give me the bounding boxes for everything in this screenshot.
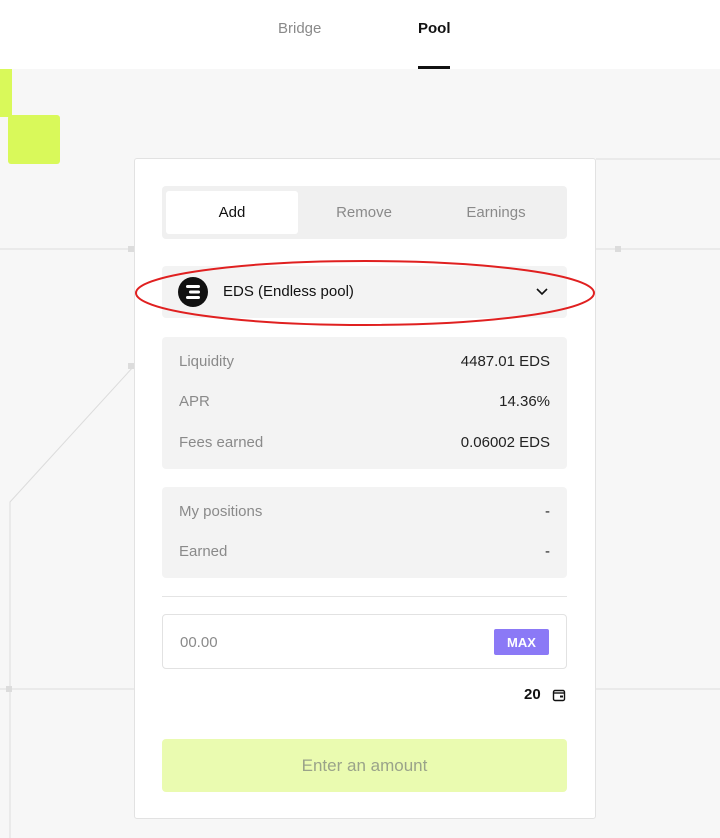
position-label: My positions [179, 503, 263, 520]
pool-panel: Add Remove Earnings EDS (Endless pool) L… [134, 158, 596, 819]
top-navigation: Bridge Pool [0, 0, 720, 69]
stat-row: Liquidity 4487.01 EDS [179, 353, 550, 373]
pool-selector[interactable]: EDS (Endless pool) [162, 266, 567, 318]
submit-button[interactable]: Enter an amount [162, 739, 567, 792]
stat-row: APR 14.36% [179, 393, 550, 413]
tab-add[interactable]: Add [166, 191, 298, 234]
amount-field: MAX [162, 614, 567, 669]
stat-label: Fees earned [179, 434, 264, 451]
position-label: Earned [179, 543, 228, 560]
my-positions-card: My positions - Earned - [162, 487, 567, 578]
stat-value: 0.06002 EDS [460, 434, 550, 451]
divider [162, 596, 567, 597]
tab-remove[interactable]: Remove [298, 191, 430, 234]
pool-stats: Liquidity 4487.01 EDS APR 14.36% Fees ea… [162, 337, 567, 469]
stat-row: Fees earned 0.06002 EDS [179, 434, 550, 454]
stat-label: Liquidity [179, 353, 235, 370]
position-value: - [545, 503, 550, 520]
stat-value: 14.36% [499, 393, 550, 410]
action-tabs: Add Remove Earnings [162, 186, 567, 239]
tab-bridge[interactable]: Bridge [278, 20, 321, 37]
chevron-down-icon [536, 288, 548, 296]
wallet-balance: 20 [524, 686, 541, 703]
wallet-icon [552, 689, 566, 702]
tab-earnings[interactable]: Earnings [430, 191, 562, 234]
position-row: Earned - [179, 543, 550, 563]
endless-logo-icon [178, 277, 208, 307]
stat-label: APR [179, 393, 210, 410]
stat-value: 4487.01 EDS [460, 353, 550, 370]
position-row: My positions - [179, 503, 550, 523]
pool-name: EDS (Endless pool) [223, 283, 354, 300]
amount-input[interactable] [180, 631, 460, 653]
max-button[interactable]: MAX [494, 629, 549, 655]
position-value: - [545, 543, 550, 560]
tab-pool[interactable]: Pool [418, 20, 451, 37]
